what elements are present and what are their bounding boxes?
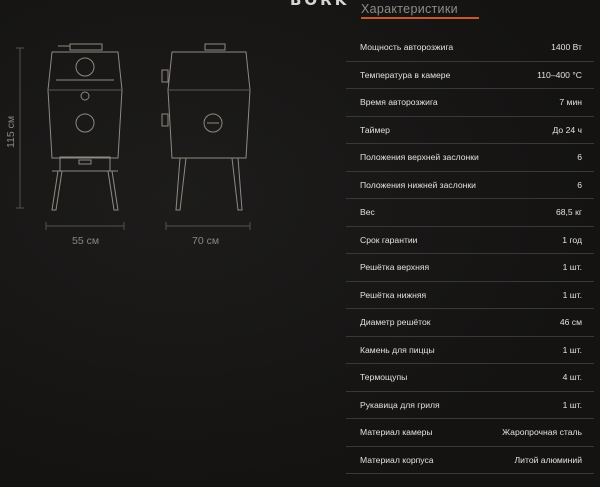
tab-active-indicator bbox=[361, 17, 479, 19]
spec-row: Решётка нижняя 1 шт. bbox=[346, 282, 594, 309]
spec-value: 68,5 кг bbox=[555, 207, 582, 218]
spec-row: Термощупы 4 шт. bbox=[346, 364, 594, 392]
spec-value: 1 шт. bbox=[562, 399, 582, 410]
spec-key: Материал корпуса bbox=[360, 454, 434, 465]
depth-label: 70 см bbox=[192, 235, 219, 247]
spec-key: Решётка верхняя bbox=[360, 262, 430, 273]
spec-row: Материал камеры Жаропрочная сталь bbox=[346, 419, 594, 447]
spec-row: Диаметр решёток 46 см bbox=[346, 309, 594, 337]
spec-key: Температура в камере bbox=[360, 69, 451, 80]
spec-key: Камень для пиццы bbox=[360, 344, 435, 355]
spec-key: Время автоpозжига bbox=[360, 97, 438, 108]
spec-value: До 24 ч bbox=[552, 124, 582, 135]
spec-key: Таймер bbox=[360, 124, 390, 135]
spec-key: Термощупы bbox=[360, 372, 408, 383]
spec-key: Вес bbox=[360, 207, 375, 218]
front-view bbox=[47, 43, 123, 211]
spec-key: Срок гарантии bbox=[360, 234, 418, 245]
spec-value: 4 шт. bbox=[562, 372, 582, 383]
spec-key: Положения нижней заслонки bbox=[360, 179, 476, 190]
spec-value: 46 см bbox=[559, 317, 582, 328]
spec-row: Материал корпуса Литой алюминий bbox=[346, 447, 594, 474]
spec-row: Время автоpозжига 7 мин bbox=[346, 89, 594, 117]
spec-row: Положения нижней заслонки 6 bbox=[346, 172, 594, 199]
spec-value: 1 шт. bbox=[562, 344, 582, 355]
spec-value: 1400 Вт bbox=[551, 42, 582, 53]
spec-value: 7 мин bbox=[559, 97, 582, 108]
spec-row: Температура в камере 110–400 °C bbox=[346, 62, 594, 89]
side-view bbox=[161, 43, 251, 211]
spec-row: Мощность автоpозжига 1400 Вт bbox=[346, 34, 594, 62]
product-dimension-drawing: 115 см 55 см 70 см bbox=[5, 43, 251, 247]
spec-key: Решётка нижняя bbox=[360, 289, 427, 300]
spec-value: 1 год bbox=[562, 234, 582, 245]
spec-row: Решётка верхняя 1 шт. bbox=[346, 254, 594, 282]
spec-value: 1 шт. bbox=[562, 262, 582, 273]
spec-value: 6 bbox=[577, 179, 582, 190]
spec-row: Вес 68,5 кг bbox=[346, 199, 594, 227]
spec-key: Материал камеры bbox=[360, 427, 433, 438]
brand-logo: BORK bbox=[290, 0, 350, 9]
spec-key: Мощность автоpозжига bbox=[360, 42, 454, 53]
spec-value: 110–400 °C bbox=[537, 69, 582, 80]
spec-value: 6 bbox=[577, 152, 582, 163]
spec-key: Диаметр решёток bbox=[360, 317, 431, 328]
specifications-table: Мощность автоpозжига 1400 Вт Температура в… bbox=[346, 34, 594, 474]
spec-value: Литой алюминий bbox=[514, 454, 582, 465]
width-label: 55 см bbox=[72, 235, 99, 247]
spec-row: Рукавица для гриля 1 шт. bbox=[346, 392, 594, 419]
spec-row: Камень для пиццы 1 шт. bbox=[346, 337, 594, 364]
spec-value: Жаропрочная сталь bbox=[502, 427, 582, 438]
spec-value: 1 шт. bbox=[562, 289, 582, 300]
spec-row: Срок гарантии 1 год bbox=[346, 227, 594, 254]
spec-row: Таймер До 24 ч bbox=[346, 117, 594, 144]
tab-specifications[interactable]: Характеристики bbox=[361, 2, 458, 16]
spec-key: Рукавица для гриля bbox=[360, 399, 440, 410]
height-label: 115 см bbox=[5, 116, 17, 148]
spec-row: Положения верхней заслонки 6 bbox=[346, 144, 594, 172]
spec-key: Положения верхней заслонки bbox=[360, 152, 479, 163]
